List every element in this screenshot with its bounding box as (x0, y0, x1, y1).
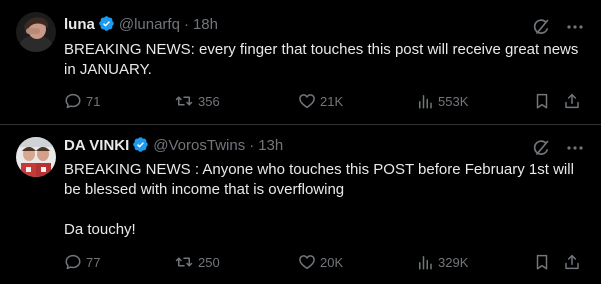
tweet-card[interactable]: luna @lunarfq · 18h BREAKING NEWS: every fi… (0, 0, 601, 125)
retweet-icon (174, 92, 194, 110)
retweet-icon (174, 253, 194, 271)
timestamp[interactable]: 18h (193, 16, 218, 33)
views-count: 329K (438, 254, 469, 270)
share-button[interactable] (563, 91, 581, 111)
grok-icon[interactable] (531, 17, 551, 37)
author-handle[interactable]: @VorosTwins (153, 137, 245, 154)
views-button[interactable]: 329K (416, 252, 468, 272)
reply-icon (64, 92, 82, 110)
tweet-text: BREAKING NEWS : Anyone who touches this … (64, 160, 584, 240)
like-count: 20K (320, 254, 344, 270)
tweet-paragraph: Da touchy! (64, 221, 136, 238)
retweet-count: 250 (198, 254, 220, 270)
reply-button[interactable]: 71 (64, 91, 100, 111)
separator-dot: · (183, 16, 189, 33)
like-icon (298, 253, 316, 271)
tweet-paragraph: BREAKING NEWS : Anyone who touches this … (64, 161, 574, 198)
like-button[interactable]: 21K (298, 91, 343, 111)
tweet-header: DA VINKI @VorosTwins · 13h (64, 136, 283, 156)
more-icon[interactable] (565, 17, 585, 37)
tweet-text: BREAKING NEWS: every finger that touches… (64, 40, 584, 80)
action-bar: 77 250 20K 329K (64, 252, 584, 272)
retweet-button[interactable]: 356 (174, 91, 220, 111)
avatar[interactable] (16, 137, 56, 177)
retweet-count: 356 (198, 93, 220, 109)
action-bar: 71 356 21K 553K (64, 91, 584, 111)
avatar[interactable] (16, 12, 56, 52)
views-button[interactable]: 553K (416, 91, 468, 111)
grok-icon[interactable] (531, 138, 551, 158)
verified-badge-icon (98, 15, 115, 38)
tweet-card[interactable]: DA VINKI @VorosTwins · 13h BREAKING NEWS : … (0, 125, 601, 284)
like-icon (298, 92, 316, 110)
tweet-top-icons (531, 17, 585, 37)
share-icon (563, 92, 581, 110)
author-name[interactable]: DA VINKI (64, 137, 129, 154)
retweet-button[interactable]: 250 (174, 252, 220, 272)
reply-icon (64, 253, 82, 271)
views-icon (416, 92, 434, 110)
share-button[interactable] (563, 252, 581, 272)
bookmark-icon (533, 253, 551, 271)
avatar-image (16, 137, 56, 177)
reply-button[interactable]: 77 (64, 252, 100, 272)
bookmark-button[interactable] (533, 91, 551, 111)
like-button[interactable]: 20K (298, 252, 343, 272)
tweet-top-icons (531, 138, 585, 158)
reply-count: 71 (86, 93, 101, 109)
verified-badge-icon (132, 136, 149, 159)
tweet-paragraph: BREAKING NEWS: every finger that touches… (64, 41, 579, 78)
reply-count: 77 (86, 254, 101, 270)
bookmark-button[interactable] (533, 252, 551, 272)
tweet-header: luna @lunarfq · 18h (64, 15, 218, 35)
like-count: 21K (320, 93, 344, 109)
share-icon (563, 253, 581, 271)
bookmark-icon (533, 92, 551, 110)
timestamp[interactable]: 13h (258, 137, 283, 154)
separator-dot: · (249, 137, 255, 154)
author-name[interactable]: luna (64, 16, 95, 33)
author-handle[interactable]: @lunarfq (119, 16, 180, 33)
views-count: 553K (438, 93, 469, 109)
avatar-image (16, 12, 56, 52)
views-icon (416, 253, 434, 271)
more-icon[interactable] (565, 138, 585, 158)
